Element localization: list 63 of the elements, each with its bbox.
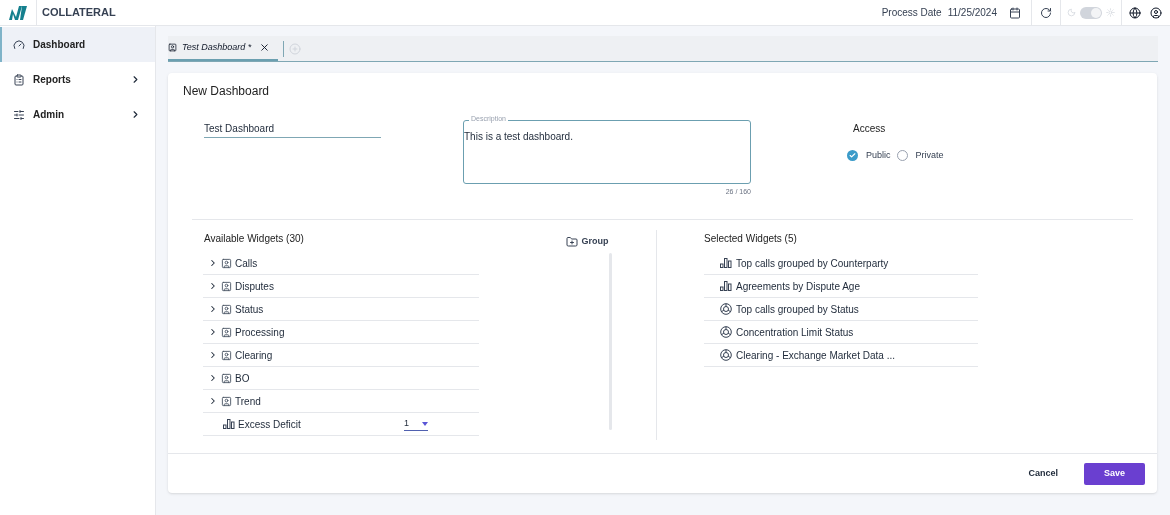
pie-chart-icon xyxy=(720,349,732,361)
group-icon xyxy=(221,326,232,338)
pie-chart-icon xyxy=(720,303,732,315)
logo-icon xyxy=(8,4,28,21)
form-title: New Dashboard xyxy=(183,83,271,100)
group-icon xyxy=(221,257,232,269)
dashboard-tab[interactable]: Test Dashboard * xyxy=(168,36,279,61)
name-field[interactable]: Test Dashboard xyxy=(204,121,381,138)
folder-plus-icon xyxy=(565,235,578,248)
gauge-icon xyxy=(13,38,25,51)
group-button[interactable]: Group xyxy=(565,235,609,249)
sliders-icon xyxy=(13,108,25,121)
process-date: 11/25/2024 xyxy=(947,6,997,20)
widget-list-item[interactable]: Disputes xyxy=(203,275,479,298)
chevron-icon[interactable] xyxy=(208,350,218,360)
group-icon xyxy=(221,280,232,292)
user-icon[interactable] xyxy=(1150,6,1162,19)
selected-widget-item[interactable]: Clearing - Exchange Market Data ... xyxy=(704,344,978,367)
chevron-icon[interactable] xyxy=(208,373,218,383)
check-icon xyxy=(849,152,856,160)
close-icon[interactable] xyxy=(259,42,271,53)
bar-chart-icon xyxy=(223,419,235,429)
access-radio[interactable]: Private xyxy=(896,149,944,163)
count-select[interactable]: 1 xyxy=(404,416,428,432)
widget-list-item[interactable]: Clearing xyxy=(203,344,479,367)
chevron-icon[interactable] xyxy=(208,304,218,314)
bar-chart-icon xyxy=(720,281,732,291)
group-icon xyxy=(221,303,232,315)
app-name: COLLATERAL xyxy=(42,5,116,21)
chevron-icon[interactable] xyxy=(208,396,218,406)
group-icon xyxy=(221,395,232,407)
pie-chart-icon xyxy=(720,326,732,338)
selected-widget-item[interactable]: Concentration Limit Status xyxy=(704,321,978,344)
selected-widgets-title: Selected Widgets (5) xyxy=(704,232,798,246)
process-date-label: Process Date xyxy=(881,6,942,20)
widget-list-item[interactable]: Excess Deficit 1 xyxy=(203,413,479,436)
widget-list-item[interactable]: BO xyxy=(203,367,479,390)
group-icon xyxy=(221,349,232,361)
access-label: Access xyxy=(853,122,887,136)
selected-widget-item[interactable]: Agreements by Dispute Age xyxy=(704,275,978,298)
widget-list-item[interactable]: Processing xyxy=(203,321,479,344)
selected-widget-item[interactable]: Top calls grouped by Status xyxy=(704,298,978,321)
widget-list-item[interactable]: Status xyxy=(203,298,479,321)
chevron-icon[interactable] xyxy=(208,281,218,291)
refresh-icon[interactable] xyxy=(1040,6,1052,19)
clipboard-icon xyxy=(13,73,25,86)
selected-widget-item[interactable]: Top calls grouped by Counterparty xyxy=(704,252,978,275)
globe-icon[interactable] xyxy=(1129,6,1141,19)
cancel-button[interactable]: Cancel xyxy=(1018,462,1068,485)
bar-chart-icon xyxy=(720,258,732,268)
dashboard-icon xyxy=(168,43,177,52)
access-radio[interactable]: Public xyxy=(847,149,891,163)
chevron-icon[interactable] xyxy=(208,258,218,268)
sun-icon xyxy=(1106,8,1115,17)
moon-icon xyxy=(1067,8,1076,17)
sidebar-item[interactable]: Dashboard xyxy=(0,27,155,62)
save-button[interactable]: Save xyxy=(1084,462,1145,485)
widget-list-item[interactable]: Calls xyxy=(203,252,479,275)
chevron-icon[interactable] xyxy=(208,327,218,337)
group-icon xyxy=(221,372,232,384)
widget-list-item[interactable]: Trend xyxy=(203,390,479,413)
calendar-icon[interactable] xyxy=(1009,6,1021,19)
available-widgets-title: Available Widgets (30) xyxy=(204,232,305,246)
